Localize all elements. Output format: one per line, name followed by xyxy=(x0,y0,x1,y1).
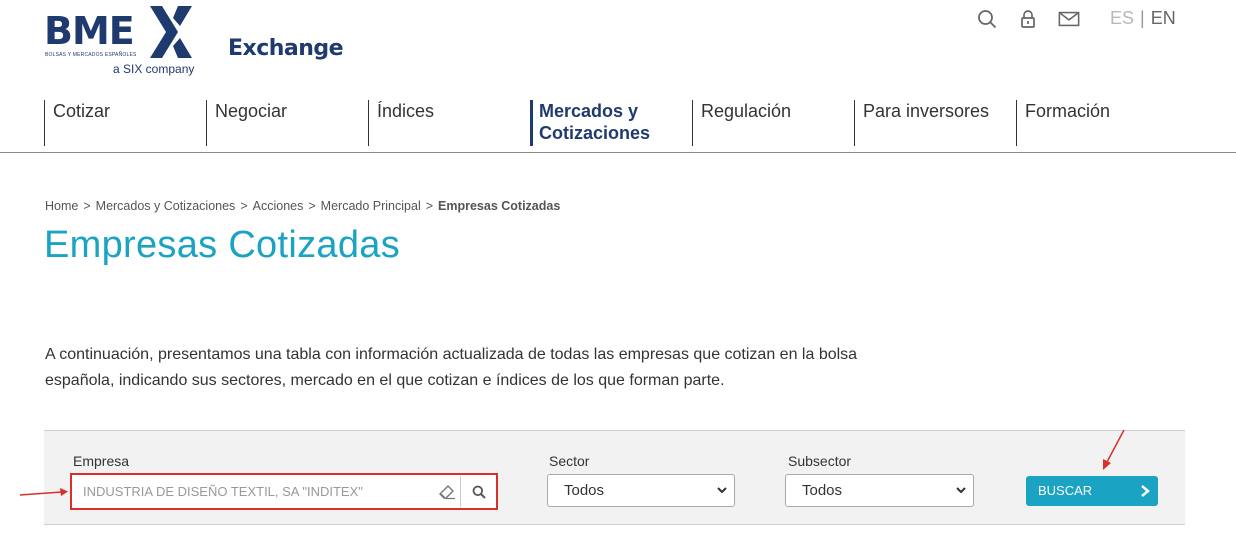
subsector-select-value: Todos xyxy=(802,482,843,499)
breadcrumb-separator: > xyxy=(425,199,434,213)
empresa-label: Empresa xyxy=(73,453,130,469)
nav-item-label: Regulación xyxy=(701,101,792,121)
language-switcher: ES | EN xyxy=(1110,8,1176,29)
intro-line: A continuación, presentamos una tabla co… xyxy=(45,346,858,363)
sector-select-value: Todos xyxy=(564,482,605,499)
chevron-right-icon xyxy=(1141,485,1150,497)
breadcrumb-mercado-principal[interactable]: Mercado Principal xyxy=(321,199,421,213)
bme-logo[interactable]: BME BOLSAS Y MERCADOS ESPAÑOLES a SIX co… xyxy=(44,6,194,78)
nav-item-label: Para inversores xyxy=(863,101,990,121)
breadcrumb-separator: > xyxy=(308,199,316,213)
nav-item-label-line2: Cotizaciones xyxy=(539,123,651,143)
empresa-search-button[interactable] xyxy=(460,476,496,507)
lang-en-link[interactable]: EN xyxy=(1151,8,1176,28)
breadcrumb-acciones[interactable]: Acciones xyxy=(253,199,304,213)
breadcrumb-separator: > xyxy=(83,199,91,213)
sector-select[interactable]: Todos xyxy=(547,474,735,507)
breadcrumb-home[interactable]: Home xyxy=(45,199,78,213)
logo-tagline: a SIX company xyxy=(113,62,195,76)
nav-item-label-line1: Mercados y xyxy=(539,101,639,121)
nav-item-formacion[interactable]: Formación xyxy=(1016,100,1110,146)
nav-item-para-inversores[interactable]: Para inversores xyxy=(854,100,989,146)
empresa-search-box xyxy=(70,473,498,510)
intro-line: española, indicando sus sectores, mercad… xyxy=(45,372,725,389)
nav-item-label: Negociar xyxy=(215,101,288,121)
breadcrumb-mercados[interactable]: Mercados y Cotizaciones xyxy=(96,199,236,213)
logo-subtitle: BOLSAS Y MERCADOS ESPAÑOLES xyxy=(45,52,137,58)
search-icon xyxy=(472,485,486,499)
breadcrumb-separator: > xyxy=(240,199,248,213)
lang-es-link[interactable]: ES xyxy=(1110,8,1134,28)
lang-separator: | xyxy=(1140,8,1145,28)
chevron-down-icon xyxy=(956,487,966,494)
header-utility-icons xyxy=(976,8,1099,30)
nav-item-cotizar[interactable]: Cotizar xyxy=(44,100,110,146)
subsector-label: Subsector xyxy=(788,453,852,469)
nav-divider xyxy=(0,152,1236,153)
intro-text: A continuación, presentamos una tabla co… xyxy=(45,342,945,394)
subsector-select[interactable]: Todos xyxy=(785,474,974,507)
sector-label: Sector xyxy=(549,453,590,469)
nav-item-regulacion[interactable]: Regulación xyxy=(692,100,791,146)
buscar-button[interactable]: BUSCAR xyxy=(1026,476,1158,506)
mail-icon[interactable] xyxy=(1058,8,1080,30)
nav-item-indices[interactable]: Índices xyxy=(368,100,434,146)
logo-x-mark xyxy=(150,6,192,58)
nav-item-mercados-y-cotizaciones[interactable]: Mercados y Cotizaciones xyxy=(530,100,650,146)
nav-item-negociar[interactable]: Negociar xyxy=(206,100,287,146)
page-title: Empresas Cotizadas xyxy=(44,224,400,266)
breadcrumb: Home > Mercados y Cotizaciones > Acciones > Me… xyxy=(45,199,560,213)
nav-item-label: Índices xyxy=(377,101,435,121)
chevron-down-icon xyxy=(717,487,727,494)
nav-item-label: Formación xyxy=(1025,101,1111,121)
search-icon[interactable] xyxy=(976,8,998,30)
eraser-icon[interactable] xyxy=(438,484,456,500)
empresa-search-input[interactable] xyxy=(75,477,457,506)
nav-item-label: Cotizar xyxy=(53,101,111,121)
lock-icon[interactable] xyxy=(1017,8,1039,30)
logo-wordmark: BME xyxy=(44,9,135,53)
buscar-button-label: BUSCAR xyxy=(1038,483,1093,498)
exchange-label: Exchange xyxy=(228,36,344,61)
breadcrumb-current: Empresas Cotizadas xyxy=(438,199,561,213)
main-nav: Cotizar Negociar Índices Mercados y Coti… xyxy=(44,100,1184,146)
